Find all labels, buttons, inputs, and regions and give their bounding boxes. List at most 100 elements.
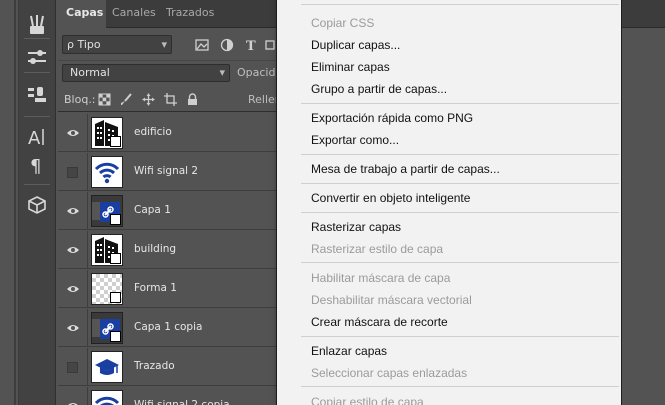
menu-item: Seleccionar capas enlazadas xyxy=(311,366,468,380)
tab-capas[interactable]: Capas xyxy=(58,0,106,28)
panel-tabs: Capas Canales Trazados xyxy=(58,0,276,28)
menu-item[interactable]: Grupo a partir de capas... xyxy=(311,79,447,99)
filter-kind-select[interactable]: ρ Tipo ▾ xyxy=(62,35,172,54)
paragraph-icon[interactable]: ¶ xyxy=(18,150,56,180)
visibility-eye-icon[interactable] xyxy=(58,309,88,347)
menu-item: Copiar estilo de capa xyxy=(311,395,424,405)
lock-label: Bloq.: xyxy=(64,93,96,106)
layer-name[interactable]: Wifi signal 2 copia xyxy=(134,399,230,405)
3d-cube-icon[interactable] xyxy=(18,190,56,220)
layer-name[interactable]: Capa 1 xyxy=(134,204,171,216)
layer-name[interactable]: Wifi signal 2 xyxy=(134,165,198,177)
menu-item[interactable]: Duplicar capas... xyxy=(311,35,400,55)
layer-thumbnail-building[interactable] xyxy=(91,234,123,266)
layer-thumbnail-building[interactable] xyxy=(91,117,123,149)
blend-row: Normal ▾ Opacidad xyxy=(58,60,289,84)
layer-row[interactable]: Wifi signal 2 copia xyxy=(58,387,276,405)
stamp-list-icon[interactable] xyxy=(18,80,56,110)
layer-thumbnail-wifi[interactable] xyxy=(91,390,123,405)
lock-row: Bloq.: Rellen xyxy=(58,86,282,112)
smart-object-badge-icon xyxy=(110,292,121,303)
tool-separator xyxy=(24,72,50,73)
menu-separator xyxy=(301,262,619,263)
visibility-eye-icon[interactable] xyxy=(58,192,88,230)
visibility-toggle-off[interactable] xyxy=(58,153,88,191)
svg-text:A: A xyxy=(28,128,41,148)
menu-separator xyxy=(301,154,619,155)
lock-pixels-brush-icon[interactable] xyxy=(120,93,133,106)
menu-item[interactable]: Convertir en objeto inteligente xyxy=(311,188,470,208)
document-area xyxy=(622,0,665,405)
svg-text:¶: ¶ xyxy=(30,156,41,176)
chevron-down-icon: ▾ xyxy=(219,66,225,79)
tool-strip-rail xyxy=(14,0,16,405)
tool-separator xyxy=(24,184,50,185)
chevron-down-icon: ▾ xyxy=(161,38,167,51)
visibility-toggle-off[interactable] xyxy=(58,348,88,386)
menu-item[interactable]: Crear máscara de recorte xyxy=(311,312,448,332)
layer-thumbnail-checker[interactable] xyxy=(91,273,123,305)
lock-position-move-icon[interactable] xyxy=(142,93,155,106)
layer-row[interactable]: Wifi signal 2 xyxy=(58,153,276,191)
tool-separator xyxy=(24,116,50,117)
image-filter-icon[interactable] xyxy=(195,38,209,52)
layer-thumbnail-graduation[interactable] xyxy=(91,351,123,383)
layer-row[interactable]: edificio xyxy=(58,114,276,152)
document-tab-bar xyxy=(622,0,665,28)
menu-separator xyxy=(301,386,619,387)
menu-item[interactable]: Enlazar capas xyxy=(311,341,387,361)
layer-name[interactable]: edificio xyxy=(134,126,172,138)
blend-mode-select[interactable]: Normal ▾ xyxy=(62,64,230,82)
smart-object-badge-icon xyxy=(110,214,121,225)
menu-item: Deshabilitar máscara vectorial xyxy=(311,293,472,307)
visibility-eye-icon[interactable] xyxy=(58,270,88,308)
layer-row[interactable]: Trazado xyxy=(58,348,276,386)
smart-object-badge-icon xyxy=(110,253,121,264)
menu-separator xyxy=(301,336,619,337)
layer-name[interactable]: Capa 1 copia xyxy=(134,321,202,333)
menu-separator xyxy=(301,183,619,184)
layer-name[interactable]: Trazado xyxy=(134,360,175,372)
visibility-eye-icon[interactable] xyxy=(58,387,88,405)
brushes-icon[interactable] xyxy=(18,10,56,40)
layers-panel: Capas Canales Trazados ρ Tipo ▾ T Normal… xyxy=(58,0,289,405)
tab-canales[interactable]: Canales xyxy=(104,0,164,28)
menu-separator xyxy=(301,103,619,104)
smart-object-badge-icon xyxy=(110,331,121,342)
character-icon[interactable]: A xyxy=(18,122,56,152)
lock-all-icon[interactable] xyxy=(186,93,199,106)
menu-separator xyxy=(301,4,619,5)
adjust-sliders-icon[interactable] xyxy=(18,42,56,72)
layers-list: edificio Wifi signal 2 Capa 1 building Forma… xyxy=(58,114,276,405)
visibility-empty-box xyxy=(67,361,78,373)
adjustment-filter-icon[interactable] xyxy=(220,38,234,52)
menu-item[interactable]: Exportar como... xyxy=(311,130,399,150)
layer-row[interactable]: Capa 1 copia xyxy=(58,309,276,347)
layer-name[interactable]: Forma 1 xyxy=(134,282,177,294)
layer-row[interactable]: Capa 1 xyxy=(58,192,276,230)
layer-row[interactable]: building xyxy=(58,231,276,269)
blend-mode-value: Normal xyxy=(70,66,110,79)
layer-thumbnail-dark-link[interactable] xyxy=(91,312,123,344)
menu-item[interactable]: Mesa de trabajo a partir de capas... xyxy=(311,159,500,179)
visibility-eye-icon[interactable] xyxy=(58,231,88,269)
svg-text:T: T xyxy=(246,39,256,52)
menu-item[interactable]: Rasterizar capas xyxy=(311,217,401,237)
lock-transparent-icon[interactable] xyxy=(98,93,111,106)
layer-context-menu: Copiar CSS Duplicar capas... Eliminar capa… xyxy=(276,0,622,405)
menu-separator xyxy=(301,212,619,213)
type-filter-icon[interactable]: T xyxy=(245,38,259,54)
layer-row[interactable]: Forma 1 xyxy=(58,270,276,308)
menu-item[interactable]: Eliminar capas xyxy=(311,57,390,77)
lock-artboard-icon[interactable] xyxy=(164,93,177,106)
tab-trazados[interactable]: Trazados xyxy=(158,0,222,28)
layer-name[interactable]: building xyxy=(134,243,176,255)
visibility-empty-box xyxy=(67,166,78,178)
menu-item[interactable]: Exportación rápida como PNG xyxy=(311,108,473,128)
visibility-eye-icon[interactable] xyxy=(58,114,88,152)
tool-separator xyxy=(24,38,50,39)
menu-item: Habilitar máscara de capa xyxy=(311,271,451,285)
filter-kind-label: ρ Tipo xyxy=(67,38,101,51)
layer-thumbnail-dark-link[interactable] xyxy=(91,195,123,227)
layer-thumbnail-wifi[interactable] xyxy=(91,156,123,188)
